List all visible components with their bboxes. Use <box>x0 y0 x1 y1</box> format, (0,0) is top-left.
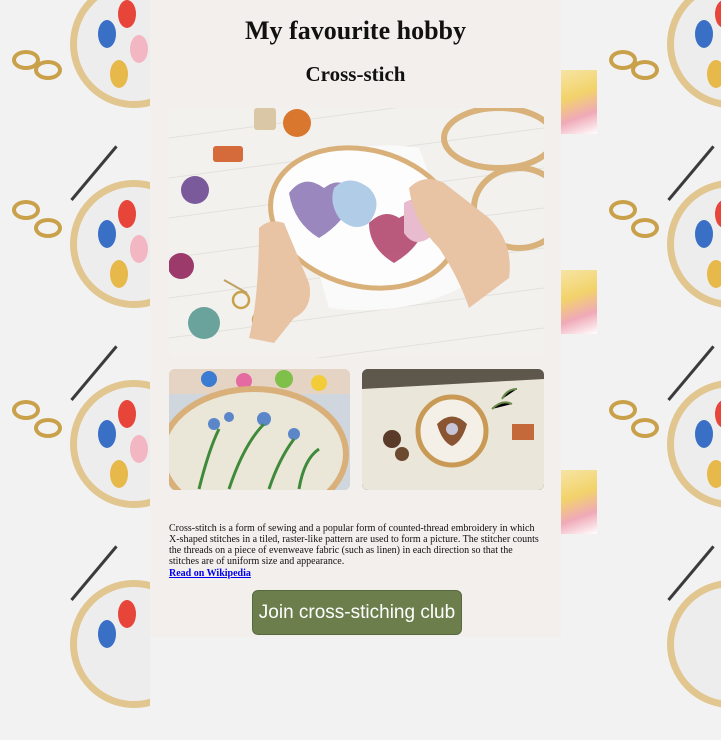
floral-embroidery-photo-icon <box>169 369 350 490</box>
scissors-hoop-tile <box>597 540 721 740</box>
scissors-hoop-tile <box>0 340 150 540</box>
scissors-hoop-tile <box>0 140 150 340</box>
content-card: My favourite hobby Cross-stich Cross-sti… <box>150 0 561 637</box>
embroidery-on-linen-photo <box>362 369 544 490</box>
wikipedia-link[interactable]: Read on Wikipedia <box>169 568 251 579</box>
scissors-hoop-tile <box>597 140 721 340</box>
main-embroidery-photo <box>169 108 544 358</box>
thread-strip <box>561 0 597 637</box>
page-title: My favourite hobby <box>245 16 466 45</box>
scissors-hoop-tile <box>597 0 721 140</box>
scissors-hoop-tile <box>0 0 150 140</box>
join-club-button[interactable]: Join cross-stiching club <box>252 590 462 635</box>
scissors-hoop-tile <box>597 340 721 540</box>
floral-embroidery-photo <box>169 369 350 490</box>
embroidery-hoop-photo-icon <box>169 108 544 358</box>
hobby-description: Cross-stitch is a form of sewing and a p… <box>169 523 539 567</box>
page-subtitle: Cross-stich <box>305 62 406 86</box>
scissors-hoop-tile <box>0 540 150 740</box>
embroidery-on-linen-photo-icon <box>362 369 544 490</box>
